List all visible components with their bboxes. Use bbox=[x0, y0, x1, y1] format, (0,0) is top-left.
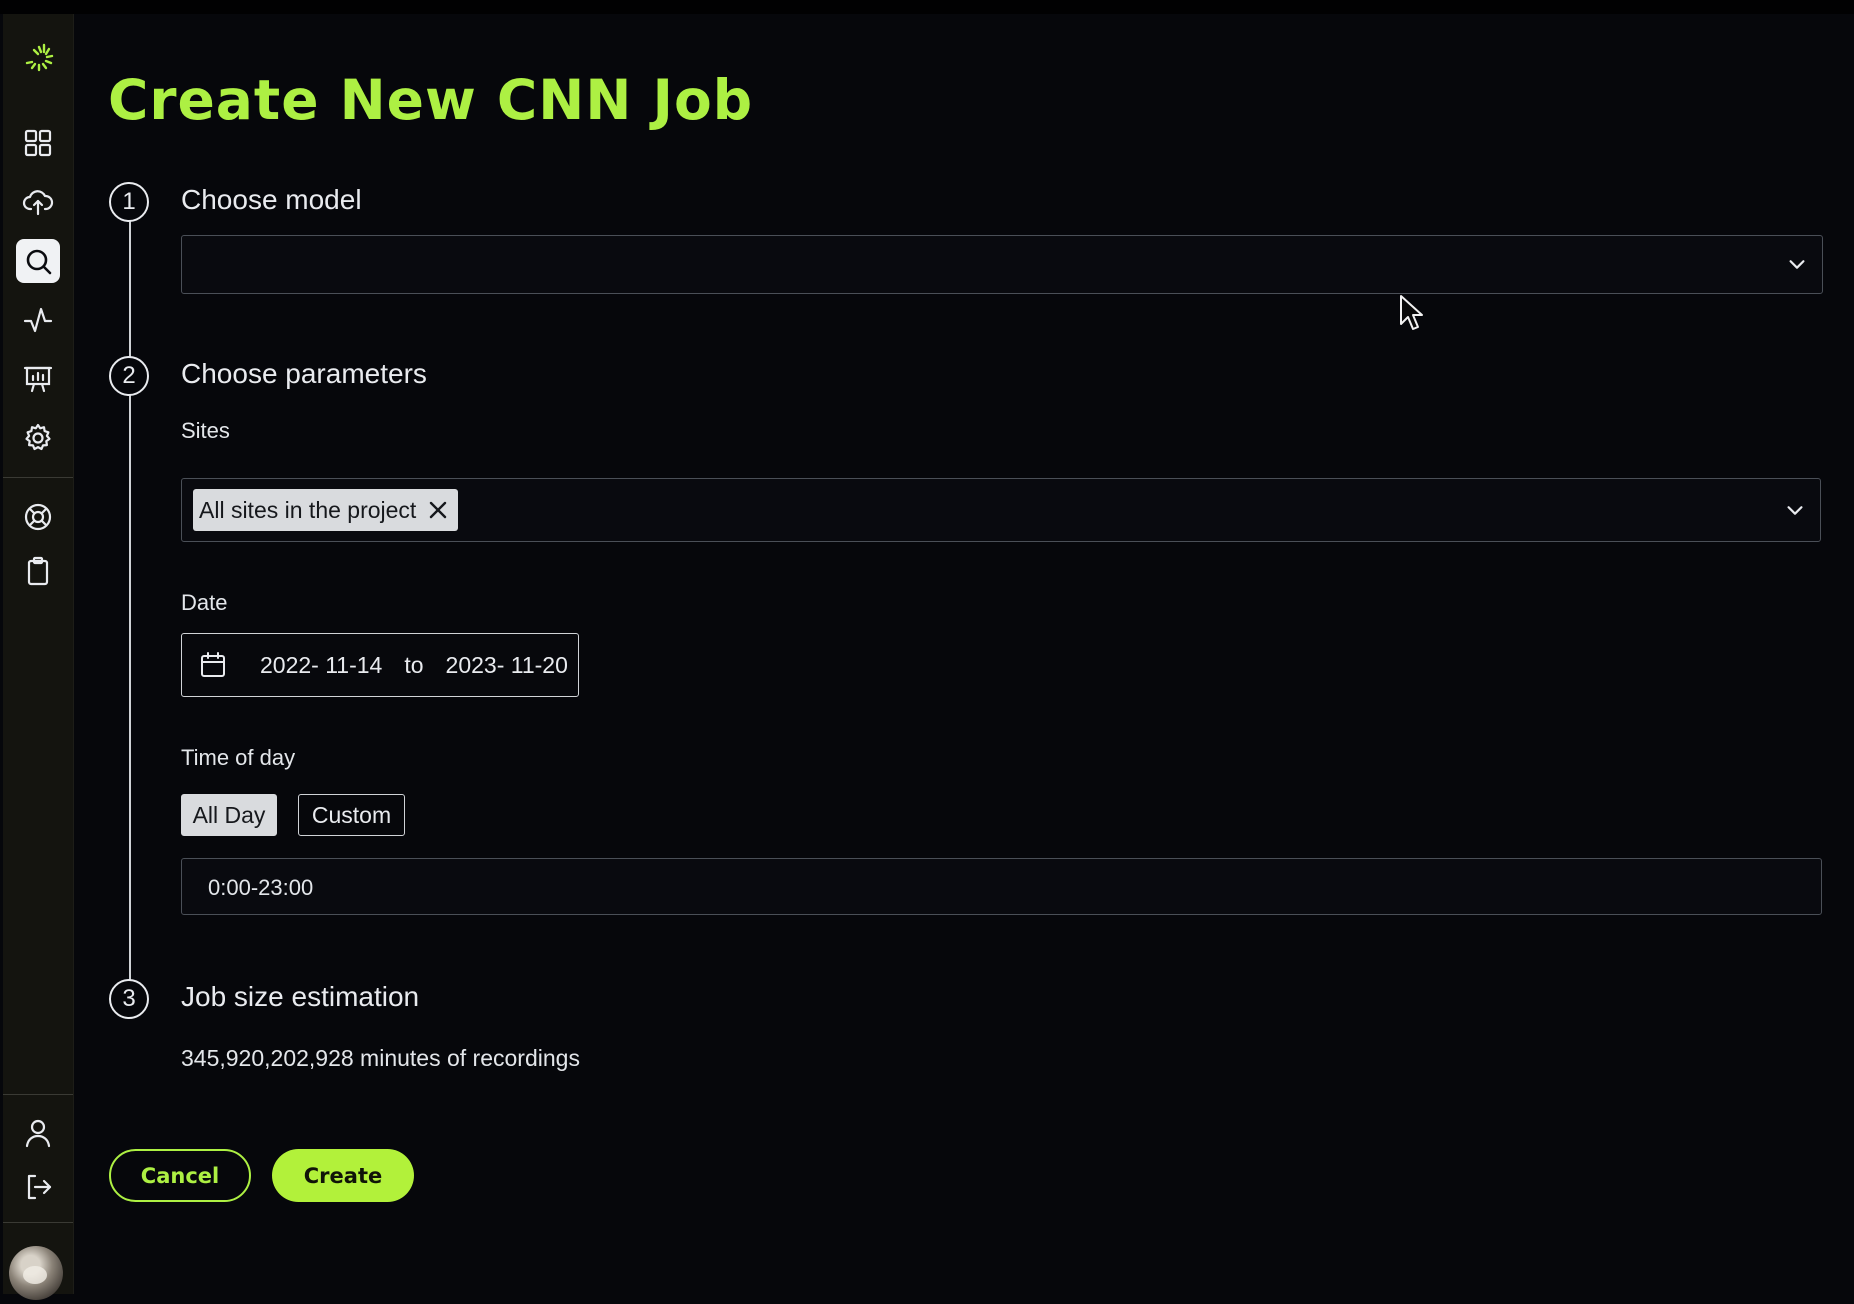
sidebar-divider bbox=[3, 1094, 73, 1095]
user-icon[interactable] bbox=[16, 1111, 60, 1155]
custom-toggle[interactable]: Custom bbox=[298, 794, 405, 836]
presentation-chart-icon[interactable] bbox=[16, 357, 60, 401]
logout-icon[interactable] bbox=[16, 1165, 60, 1209]
date-from[interactable]: 2022- 11-14 bbox=[260, 652, 382, 679]
sites-select[interactable]: All sites in the project bbox=[181, 478, 1821, 542]
step-3-title: Job size estimation bbox=[181, 981, 420, 1012]
model-select[interactable] bbox=[181, 235, 1823, 294]
sidebar bbox=[3, 14, 74, 1294]
clipboard-icon[interactable] bbox=[16, 549, 60, 593]
step-2-title: Choose parameters bbox=[181, 358, 427, 389]
time-of-day-label: Time of day bbox=[181, 745, 296, 770]
cloud-upload-icon[interactable] bbox=[16, 180, 60, 224]
create-button[interactable]: Create bbox=[272, 1149, 414, 1202]
date-to-separator: to bbox=[404, 651, 424, 678]
time-range-field[interactable]: 0:00-23:00 bbox=[181, 858, 1822, 915]
avatar[interactable] bbox=[9, 1246, 63, 1300]
close-icon[interactable] bbox=[426, 498, 450, 522]
window-top-bar bbox=[0, 0, 1854, 14]
sidebar-divider bbox=[3, 1222, 73, 1223]
chevron-down-icon bbox=[1789, 260, 1805, 269]
activity-pulse-icon[interactable] bbox=[16, 298, 60, 342]
date-range-picker[interactable]: 2022- 11-14 to 2023- 11-20 bbox=[181, 633, 579, 697]
mouse-cursor-icon bbox=[1400, 295, 1423, 330]
date-to[interactable]: 2023- 11-20 bbox=[446, 652, 568, 679]
step-2-number: 2 bbox=[109, 356, 149, 396]
all-day-toggle[interactable]: All Day bbox=[181, 794, 277, 836]
logo-icon[interactable] bbox=[16, 35, 60, 79]
calendar-icon bbox=[201, 652, 225, 677]
cancel-button[interactable]: Cancel bbox=[109, 1149, 251, 1202]
sites-label: Sites bbox=[181, 418, 230, 443]
step-3-number: 3 bbox=[109, 979, 149, 1019]
search-icon[interactable] bbox=[16, 239, 60, 283]
job-size-estimate: 345,920,202,928 minutes of recordings bbox=[181, 1045, 580, 1071]
date-label: Date bbox=[181, 590, 228, 615]
gear-icon[interactable] bbox=[16, 416, 60, 460]
site-chip: All sites in the project bbox=[193, 489, 459, 531]
step-timeline-line bbox=[129, 220, 131, 980]
lifebuoy-icon[interactable] bbox=[16, 495, 60, 539]
sidebar-divider bbox=[3, 477, 73, 478]
dashboard-grid-icon[interactable] bbox=[16, 121, 60, 165]
page-title: Create New CNN Job bbox=[108, 68, 754, 132]
step-1-number: 1 bbox=[109, 182, 149, 222]
chevron-down-icon bbox=[1787, 506, 1803, 515]
site-chip-label: All sites in the project bbox=[199, 496, 417, 523]
step-1-title: Choose model bbox=[181, 184, 362, 215]
